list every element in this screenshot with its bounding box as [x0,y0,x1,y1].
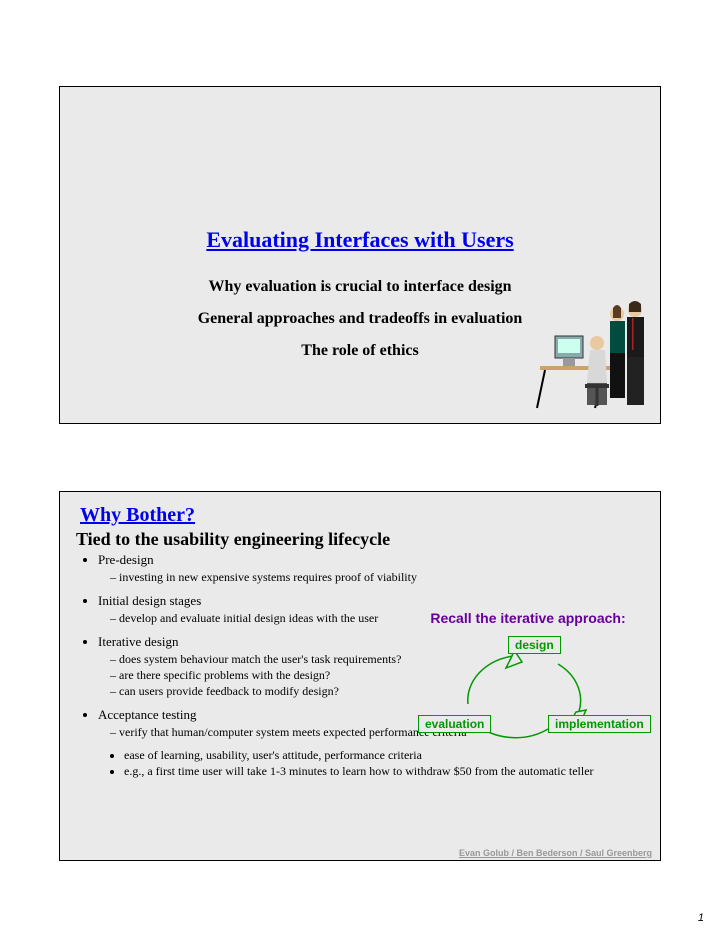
iterative-item1: does system behaviour match the user's t… [110,652,438,667]
slide-2: Why Bother? Tied to the usability engine… [59,491,661,861]
iterative-item2: are there specific problems with the des… [110,668,438,683]
initial-item: develop and evaluate initial design idea… [110,611,428,626]
people-computer-illustration [535,288,650,413]
iterative-section: Iterative design does system behaviour m… [76,634,438,699]
diagram-caption: Recall the iterative approach: [408,610,648,626]
credit-line: Evan Golub / Ben Bederson / Saul Greenbe… [459,848,652,858]
acceptance-item3: e.g., a first time user will take 1-3 mi… [124,764,644,779]
predesign-item: investing in new expensive systems requi… [110,570,644,585]
initial-label: Initial design stages [98,593,428,609]
slide2-subtitle: Tied to the usability engineering lifecy… [76,529,644,550]
predesign-section: Pre-design investing in new expensive sy… [76,552,644,585]
diagram-evaluation-box: evaluation [418,715,491,733]
slide-1: Evaluating Interfaces with Users Why eva… [59,86,661,424]
acceptance-item2: ease of learning, usability, user's atti… [124,748,644,763]
predesign-label: Pre-design [98,552,644,568]
page-number: 1 [698,912,704,924]
iterative-item3: can users provide feedback to modify des… [110,684,438,699]
initial-section: Initial design stages develop and evalua… [76,593,428,626]
diagram-design-box: design [508,636,561,654]
iterative-diagram: Recall the iterative approach: design ev… [408,610,648,630]
diagram-implementation-box: implementation [548,715,651,733]
slide1-title: Evaluating Interfaces with Users [60,227,660,253]
slide2-title: Why Bother? [80,504,644,527]
iterative-label: Iterative design [98,634,438,650]
